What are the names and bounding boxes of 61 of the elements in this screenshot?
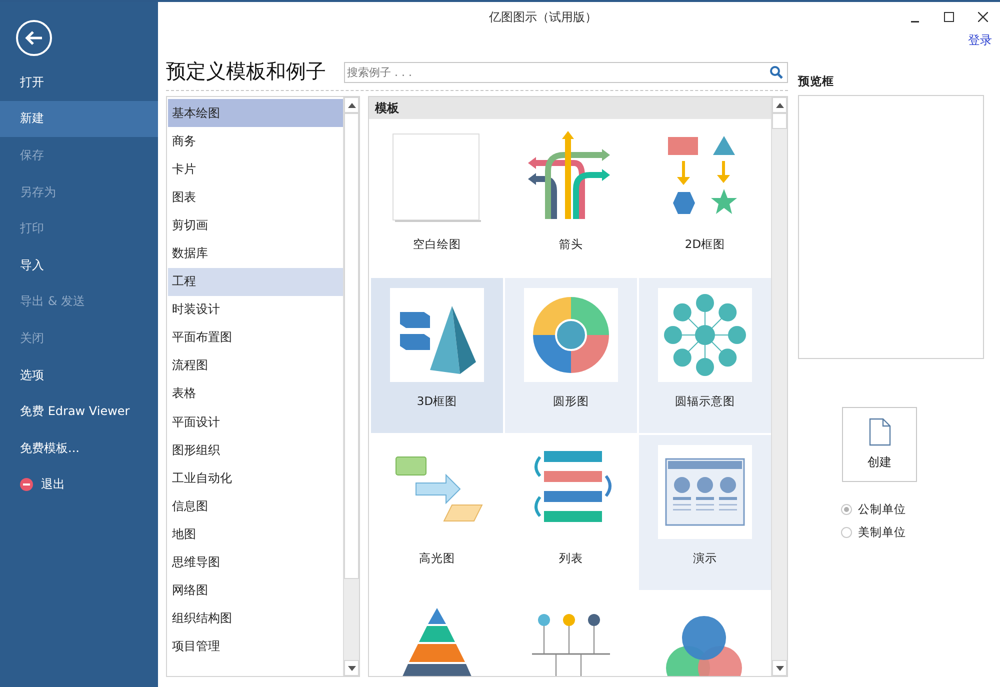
sidebar-item[interactable]: 免费模板... xyxy=(0,430,158,467)
scroll-down-arrow-icon xyxy=(776,666,784,670)
no-entry-icon xyxy=(20,478,33,492)
category-item[interactable]: 数据库 xyxy=(168,239,343,268)
template-tile[interactable]: 箭头 xyxy=(505,121,637,276)
scroll-down-arrow-icon xyxy=(348,666,356,670)
category-item[interactable]: 信息图 xyxy=(168,492,343,520)
back-button[interactable] xyxy=(16,20,52,56)
page-heading: 预定义模板和例子 xyxy=(166,58,326,85)
category-item[interactable]: 平面布置图 xyxy=(168,324,343,352)
category-item[interactable]: 图形组织 xyxy=(168,436,343,464)
search-field[interactable]: 搜索例子 . . . xyxy=(344,62,788,83)
back-arrow-icon xyxy=(24,30,44,46)
template-tile[interactable]: 3D框图 xyxy=(371,278,503,433)
template-tile[interactable]: 2D框图 xyxy=(639,121,771,276)
category-item[interactable]: 组织结构图 xyxy=(168,604,343,633)
sidebar-item[interactable]: 打开 xyxy=(0,64,158,101)
sidebar-item[interactable]: 选项 xyxy=(0,356,158,394)
scrollbar-thumb[interactable] xyxy=(772,113,787,129)
minimize-icon xyxy=(911,21,919,23)
create-button[interactable]: 创建 xyxy=(842,407,917,482)
sidebar-item[interactable]: 免费 Edraw Viewer xyxy=(0,393,158,430)
category-item[interactable]: 工业自动化 xyxy=(168,464,343,492)
category-item[interactable]: 思维导图 xyxy=(168,548,343,577)
category-item[interactable]: 工程 xyxy=(168,268,343,296)
maximize-icon xyxy=(944,12,954,22)
scroll-up-arrow-icon xyxy=(776,102,784,108)
search-icon xyxy=(770,66,783,79)
sidebar-item[interactable]: 新建 xyxy=(0,100,158,138)
category-item[interactable]: 商务 xyxy=(168,127,343,156)
unit-radio[interactable]: 美制单位 xyxy=(841,525,990,540)
login-link[interactable]: 登录 xyxy=(968,32,992,52)
preview-title: 预览框 xyxy=(798,74,835,89)
category-item[interactable]: 卡片 xyxy=(168,155,343,184)
template-tile[interactable]: 高光图 xyxy=(371,435,503,590)
category-item[interactable]: 基本绘图 xyxy=(168,99,343,128)
category-item[interactable]: 图表 xyxy=(168,183,343,212)
template-tile[interactable]: 圆形图 xyxy=(505,278,637,433)
unit-radio[interactable]: 公制单位 xyxy=(841,502,990,517)
category-item[interactable]: 流程图 xyxy=(168,352,343,380)
category-item[interactable]: 表格 xyxy=(168,380,343,408)
category-item[interactable]: 地图 xyxy=(168,520,343,548)
sidebar-item[interactable]: 导入 xyxy=(0,246,158,284)
template-tile[interactable]: 圆辐示意图 xyxy=(639,278,771,433)
category-item[interactable]: 时装设计 xyxy=(168,296,343,324)
template-tile[interactable]: 空白绘图 xyxy=(371,121,503,276)
scrollbar-thumb[interactable] xyxy=(344,113,359,579)
exit-menu-item[interactable]: 退出 xyxy=(0,466,158,504)
close-icon xyxy=(978,12,988,22)
scroll-up-arrow-icon xyxy=(348,102,356,108)
category-item[interactable]: 项目管理 xyxy=(168,632,343,661)
document-icon xyxy=(868,418,890,446)
category-item[interactable]: 平面设计 xyxy=(168,408,343,436)
section-header: 模板 xyxy=(369,97,771,119)
scrollbar[interactable] xyxy=(771,97,787,676)
category-item[interactable]: 网络图 xyxy=(168,576,343,605)
scrollbar[interactable] xyxy=(343,97,359,676)
window-title: 亿图图示（试用版） xyxy=(488,8,598,26)
category-item[interactable]: 剪切画 xyxy=(168,211,343,240)
template-tile[interactable]: 列表 xyxy=(505,435,637,590)
template-tile[interactable]: 演示 xyxy=(639,435,771,590)
